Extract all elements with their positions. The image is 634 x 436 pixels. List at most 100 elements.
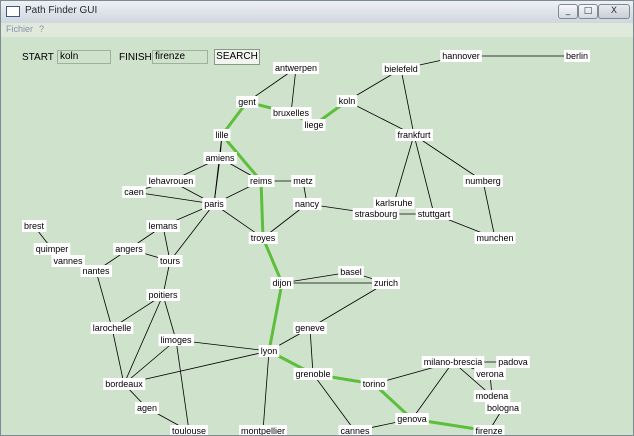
city-node-toulouse[interactable]: toulouse <box>169 425 209 435</box>
city-label: padova <box>498 357 528 367</box>
city-node-paris[interactable]: paris <box>202 198 227 210</box>
graph-edge <box>123 294 164 385</box>
graph-edge <box>393 134 415 204</box>
city-node-tours[interactable]: tours <box>157 255 183 267</box>
city-node-lehavrouen[interactable]: lehavrouen <box>146 175 196 187</box>
city-node-amiens[interactable]: amiens <box>203 152 238 164</box>
city-node-gent[interactable]: gent <box>236 96 259 108</box>
city-node-stuttgart[interactable]: stuttgart <box>415 208 453 220</box>
graph-edge <box>123 339 177 385</box>
city-label: genova <box>397 414 427 424</box>
city-label: numberg <box>465 176 501 186</box>
city-node-numberg[interactable]: numberg <box>463 175 503 187</box>
city-node-torino[interactable]: torino <box>360 378 388 390</box>
graph-edge <box>400 68 415 136</box>
city-node-hannover[interactable]: hannover <box>440 50 482 62</box>
city-label: poitiers <box>148 290 178 300</box>
city-node-cannes[interactable]: cannes <box>338 425 373 435</box>
city-node-zurich[interactable]: zurich <box>371 277 401 289</box>
city-node-metz[interactable]: metz <box>291 175 316 187</box>
city-label: grenoble <box>295 369 330 379</box>
search-button[interactable]: SEARCH <box>214 49 260 65</box>
city-label: vannes <box>53 256 83 266</box>
app-window: Path Finder GUI _ □ X Fichier ? hannover… <box>0 0 634 436</box>
graph-edge <box>169 203 215 262</box>
city-node-basel[interactable]: basel <box>338 266 364 278</box>
city-label: liege <box>304 120 323 130</box>
city-label: troyes <box>251 233 276 243</box>
city-node-koln[interactable]: koln <box>336 95 358 107</box>
city-label: paris <box>204 199 224 209</box>
city-label: munchen <box>476 233 513 243</box>
city-node-milano[interactable]: milano-brescia <box>421 356 485 368</box>
graph-edge <box>175 339 190 432</box>
city-label: limoges <box>160 335 192 345</box>
city-node-poitiers[interactable]: poitiers <box>146 289 181 301</box>
city-node-nantes[interactable]: nantes <box>80 265 113 277</box>
city-node-lemans[interactable]: lemans <box>146 220 181 232</box>
city-node-troyes[interactable]: troyes <box>248 232 278 244</box>
graph-edge <box>123 350 270 385</box>
city-node-reims[interactable]: reims <box>248 175 275 187</box>
city-node-montpellier[interactable]: montpellier <box>238 425 288 435</box>
city-node-angers[interactable]: angers <box>113 243 146 255</box>
city-node-brest[interactable]: brest <box>21 220 47 232</box>
city-node-strasbourg[interactable]: strasbourg <box>352 208 400 220</box>
city-node-padova[interactable]: padova <box>496 356 530 368</box>
graph-edge <box>111 327 125 385</box>
city-node-bielefeld[interactable]: bielefeld <box>382 63 420 75</box>
city-node-vannes[interactable]: vannes <box>51 255 86 267</box>
city-label: modena <box>476 391 509 401</box>
city-node-frankfurt[interactable]: frankfurt <box>395 129 434 141</box>
city-node-geneve[interactable]: geneve <box>293 322 327 334</box>
start-label: START <box>22 52 54 63</box>
graph-map: hannover berlin antwerpen bielefeld gent koln… <box>21 50 591 435</box>
city-label: karlsruhe <box>375 198 412 208</box>
city-node-dijon[interactable]: dijon <box>270 277 294 289</box>
graph-edge <box>411 361 454 420</box>
city-node-bruxelles[interactable]: bruxelles <box>270 107 312 119</box>
city-label: montpellier <box>241 426 285 435</box>
city-label: tours <box>160 256 181 266</box>
city-node-nancy[interactable]: nancy <box>292 198 322 210</box>
city-label: geneve <box>295 323 325 333</box>
graph-edge <box>95 270 113 329</box>
city-node-larochelle[interactable]: larochelle <box>90 322 134 334</box>
city-node-limoges[interactable]: limoges <box>158 334 195 346</box>
city-node-modena[interactable]: modena <box>473 390 511 402</box>
city-node-quimper[interactable]: quimper <box>33 243 71 255</box>
city-node-lille[interactable]: lille <box>213 129 231 141</box>
city-node-bordeaux[interactable]: bordeaux <box>103 378 146 390</box>
city-label: lehavrouen <box>149 176 194 186</box>
city-label: berlin <box>566 51 588 61</box>
city-node-lyon[interactable]: lyon <box>258 345 280 357</box>
graph-edge <box>309 282 387 329</box>
city-label: nantes <box>82 266 110 276</box>
city-node-agen[interactable]: agen <box>134 402 160 414</box>
city-label: cannes <box>340 426 370 435</box>
nodes-layer: hannover berlin antwerpen bielefeld gent koln… <box>21 50 591 435</box>
city-node-munchen[interactable]: munchen <box>474 232 516 244</box>
city-node-antwerpen[interactable]: antwerpen <box>272 62 320 74</box>
city-label: toulouse <box>172 426 206 435</box>
city-node-bologna[interactable]: bologna <box>484 402 522 414</box>
city-node-berlin[interactable]: berlin <box>563 50 591 62</box>
city-label: larochelle <box>93 323 132 333</box>
city-label: hannover <box>442 51 480 61</box>
city-node-genova[interactable]: genova <box>395 413 429 425</box>
graph-edge <box>262 350 270 432</box>
city-node-grenoble[interactable]: grenoble <box>293 368 333 380</box>
city-node-karlsruhe[interactable]: karlsruhe <box>373 197 415 209</box>
city-label: milano-brescia <box>424 357 483 367</box>
start-input[interactable]: koln <box>57 50 111 64</box>
city-node-liege[interactable]: liege <box>302 119 326 131</box>
city-node-verona[interactable]: verona <box>474 368 506 380</box>
city-label: gent <box>238 97 256 107</box>
city-label: koln <box>339 96 356 106</box>
city-node-caen[interactable]: caen <box>122 186 146 198</box>
city-label: dijon <box>272 278 291 288</box>
finish-input[interactable]: firenze <box>152 50 208 64</box>
city-node-firenze[interactable]: firenze <box>473 425 505 435</box>
city-label: lille <box>215 130 228 140</box>
city-label: lyon <box>261 346 278 356</box>
